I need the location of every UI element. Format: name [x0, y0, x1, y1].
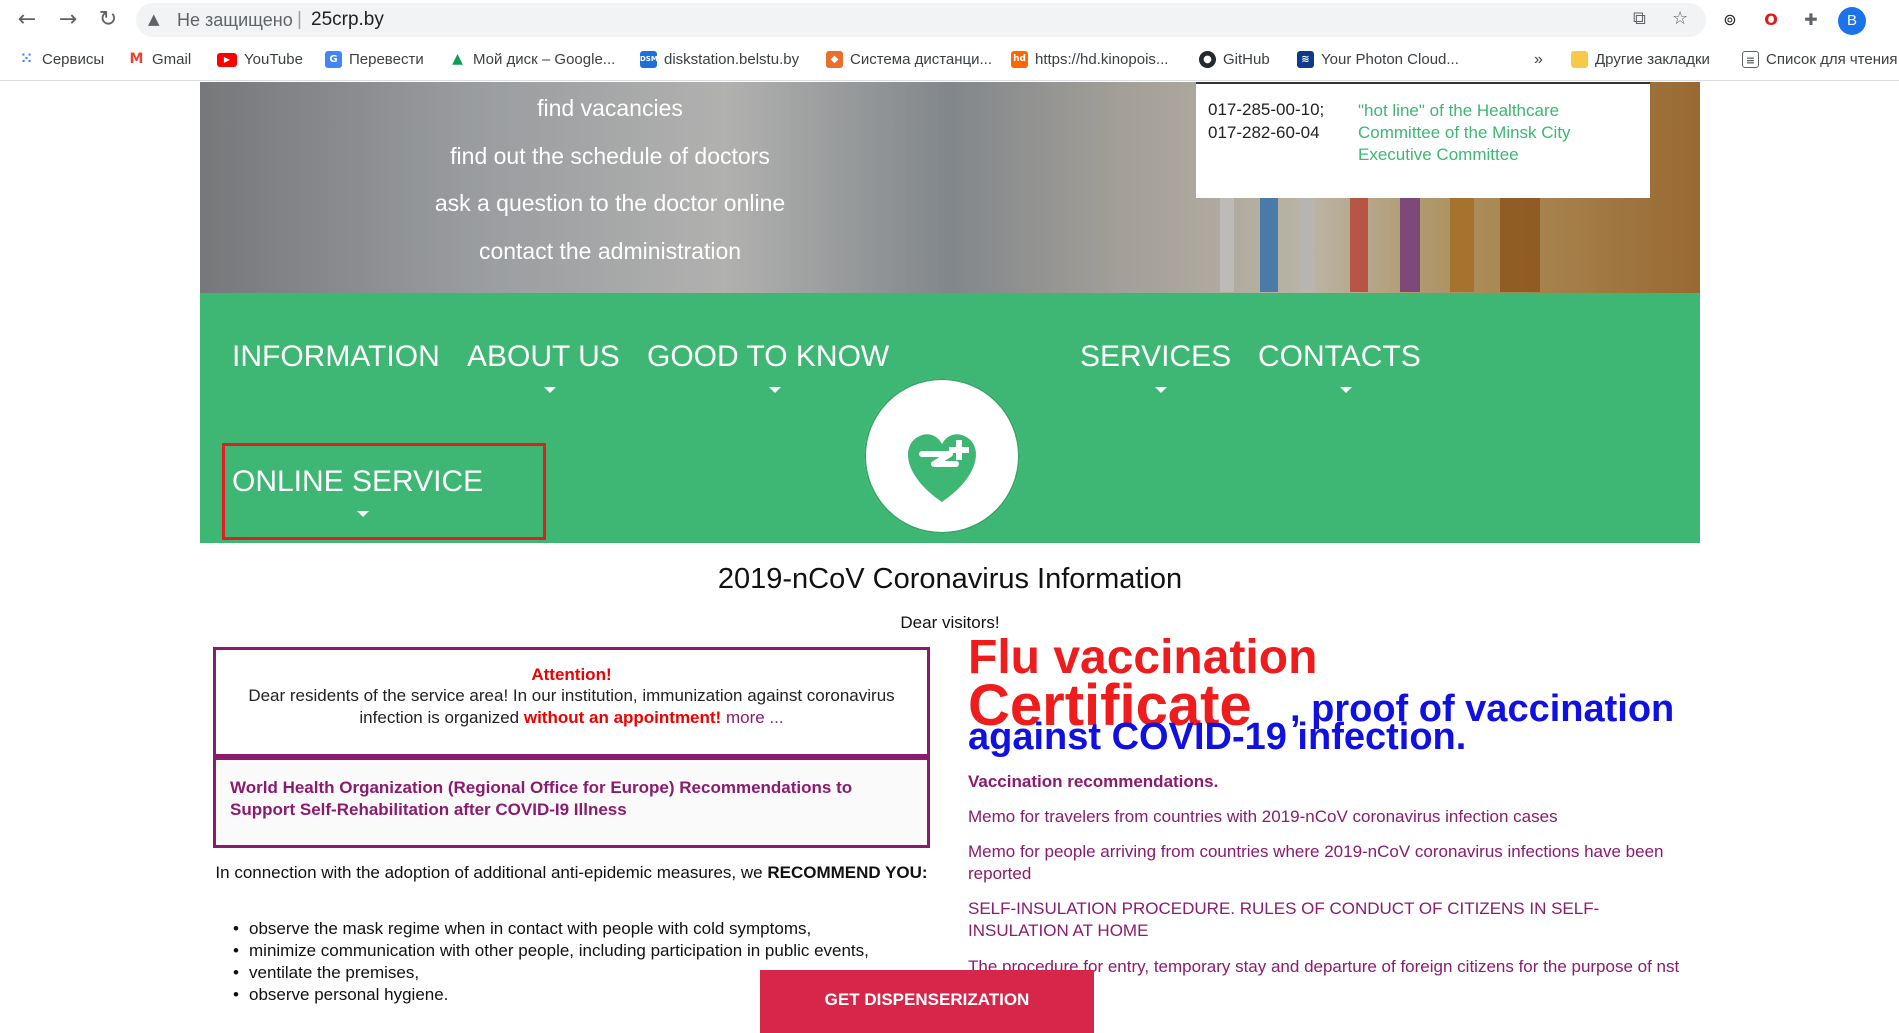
- online-service-highlight: [222, 443, 546, 540]
- url-text[interactable]: 25crp.by: [311, 9, 384, 31]
- extension-tab-icon[interactable]: ⊚: [1718, 8, 1742, 32]
- bookmark-translate[interactable]: G Перевести: [325, 51, 424, 68]
- back-button[interactable]: ←: [12, 5, 42, 35]
- list-item: observe the mask regime when in contact …: [233, 918, 869, 940]
- hero-link-contact-admin[interactable]: contact the administration: [310, 238, 910, 265]
- get-dispenserization-button[interactable]: GET DISPENSERIZATION: [760, 970, 1094, 1033]
- bookmark-label: Сервисы: [42, 51, 105, 68]
- phone-number-2[interactable]: 017-282-60-04: [1208, 123, 1320, 143]
- proof-of-vaccination-text-2[interactable]: against COVID-19 infection.: [968, 716, 1466, 759]
- bookmark-other-folder[interactable]: Другие закладки: [1571, 51, 1710, 68]
- nav-good-to-know[interactable]: GOOD TO KNOW: [647, 340, 889, 374]
- bookmark-label: https://hd.kinopois...: [1035, 51, 1169, 68]
- chevron-down-icon[interactable]: [769, 387, 781, 393]
- extensions-puzzle-icon[interactable]: ✚: [1799, 8, 1823, 32]
- reading-list-icon: ≡: [1742, 51, 1759, 68]
- bookmark-label: Другие закладки: [1595, 51, 1710, 68]
- bookmark-services[interactable]: ⁙ Сервисы: [18, 51, 104, 68]
- bookmark-label: Мой диск – Google...: [473, 51, 616, 68]
- insecure-label[interactable]: Не защищено: [177, 10, 293, 31]
- bookmarks-bar: ⁙ Сервисы M Gmail ▶ YouTube G Перевести …: [0, 41, 1899, 81]
- hero-link-doctor-schedule[interactable]: find out the schedule of doctors: [310, 143, 910, 170]
- chevron-down-icon[interactable]: [1340, 387, 1352, 393]
- greeting: Dear visitors!: [900, 613, 1000, 632]
- bookmark-distance-system[interactable]: ◆ Система дистанци...: [826, 51, 992, 68]
- browser-toolbar: ← → ↻ ▲ Не защищено | 25crp.by ⧉ ☆ ⊚ O ✚…: [0, 0, 1899, 41]
- nav-information[interactable]: INFORMATION: [232, 340, 440, 374]
- memo-travelers-link[interactable]: Memo for travelers from countries with 2…: [968, 806, 1688, 828]
- reading-list-button[interactable]: ≡ Список для чтения: [1742, 51, 1898, 68]
- bookmark-label: Your Photon Cloud...: [1321, 51, 1459, 68]
- warning-icon[interactable]: ▲: [148, 10, 160, 28]
- recommendation-text: In connection with the adoption of addit…: [215, 863, 763, 882]
- notice-text: Dear residents of the service area! In o…: [216, 685, 927, 729]
- forward-button[interactable]: →: [53, 5, 83, 35]
- notice-more-link[interactable]: more ...: [726, 708, 784, 727]
- hotline-description: "hot line" of the Healthcare Committee o…: [1358, 101, 1571, 164]
- photon-icon: ≋: [1297, 51, 1314, 68]
- list-item: minimize communication with other people…: [233, 940, 869, 962]
- reload-button[interactable]: ↻: [93, 5, 123, 35]
- bookmark-label: diskstation.belstu.by: [664, 51, 800, 68]
- dsm-icon: DSM: [640, 51, 658, 68]
- notice-emphasis: without an appointment!: [523, 708, 722, 727]
- profile-avatar[interactable]: B: [1838, 7, 1866, 35]
- bookmark-label: YouTube: [244, 51, 303, 68]
- clinic-logo[interactable]: [855, 369, 1029, 543]
- bookmark-label: GitHub: [1223, 51, 1270, 68]
- who-recommendations-link[interactable]: World Health Organization (Regional Offi…: [230, 777, 913, 821]
- attention-heading: Attention!: [531, 665, 612, 684]
- chevron-down-icon[interactable]: [1155, 387, 1167, 393]
- folder-icon: [1571, 51, 1588, 68]
- url-separator: |: [297, 9, 302, 30]
- page-title: 2019-nCoV Coronavirus Information: [717, 563, 1183, 595]
- drive-icon: ▲: [449, 51, 466, 68]
- recommendation-intro: In connection with the adoption of addit…: [213, 862, 930, 884]
- bookmark-label: Перевести: [349, 51, 424, 68]
- who-recommendations-box[interactable]: World Health Organization (Regional Offi…: [213, 757, 930, 848]
- bookmark-kinopoisk[interactable]: hd https://hd.kinopois...: [1011, 51, 1168, 68]
- vaccination-recommendations-link[interactable]: Vaccination recommendations.: [968, 772, 1218, 792]
- phone-number-1[interactable]: 017-285-00-10;: [1208, 100, 1324, 120]
- chevron-down-icon[interactable]: [544, 387, 556, 393]
- kinopoisk-icon: hd: [1011, 51, 1028, 68]
- nav-contacts[interactable]: CONTACTS: [1258, 340, 1421, 374]
- opera-vpn-icon[interactable]: O: [1759, 8, 1783, 32]
- bookmark-star-icon[interactable]: ☆: [1672, 8, 1688, 29]
- moodle-icon: ◆: [826, 51, 843, 68]
- heart-cross-icon: [908, 434, 976, 502]
- memo-arrivals-link[interactable]: Memo for people arriving from countries …: [968, 841, 1688, 885]
- nav-services[interactable]: SERVICES: [1080, 340, 1231, 374]
- bookmarks-more-button[interactable]: »: [1534, 51, 1543, 69]
- bookmark-github[interactable]: ● GitHub: [1199, 51, 1270, 68]
- bookmark-youtube[interactable]: ▶ YouTube: [217, 51, 303, 68]
- bookmark-label: Система дистанци...: [850, 51, 993, 68]
- bookmark-label: Gmail: [152, 51, 192, 68]
- self-isolation-link[interactable]: SELF-INSULATION PROCEDURE. RULES OF COND…: [968, 898, 1688, 942]
- translate-page-icon[interactable]: ⧉: [1633, 8, 1646, 29]
- translate-icon: G: [325, 51, 342, 68]
- bookmark-diskstation[interactable]: DSM diskstation.belstu.by: [640, 51, 799, 68]
- gmail-icon: M: [128, 51, 145, 68]
- youtube-icon: ▶: [217, 52, 237, 67]
- attention-notice: Attention! Dear residents of the service…: [213, 647, 930, 757]
- apps-grid-icon: ⁙: [18, 51, 35, 68]
- hero-link-ask-doctor[interactable]: ask a question to the doctor online: [310, 190, 910, 217]
- nav-about-us[interactable]: ABOUT US: [467, 340, 620, 374]
- bookmark-drive[interactable]: ▲ Мой диск – Google...: [449, 51, 615, 68]
- reading-list-label: Список для чтения: [1766, 51, 1898, 68]
- hero-link-vacancies[interactable]: find vacancies: [310, 95, 910, 122]
- bookmark-gmail[interactable]: M Gmail: [128, 51, 191, 68]
- hotline-card: 017-285-00-10; 017-282-60-04 "hot line" …: [1196, 82, 1650, 198]
- recommendation-emphasis: RECOMMEND YOU:: [767, 863, 928, 882]
- github-icon: ●: [1199, 51, 1216, 68]
- bookmark-photon[interactable]: ≋ Your Photon Cloud...: [1297, 51, 1459, 68]
